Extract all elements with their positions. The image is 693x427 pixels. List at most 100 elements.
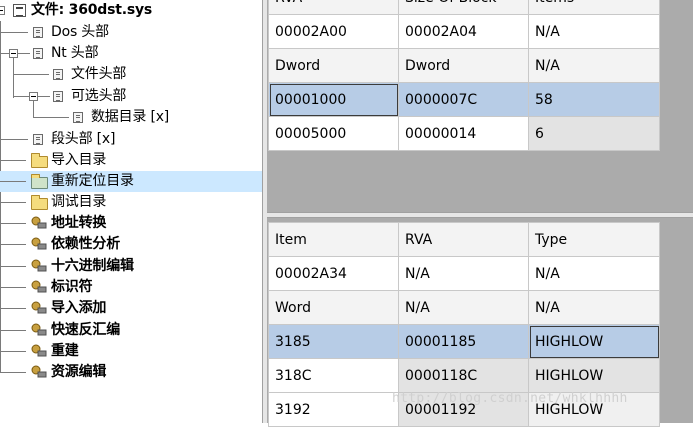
- tree-item-label: 数据目录 [x]: [91, 109, 170, 125]
- tree-branch-line: [33, 117, 69, 118]
- document-icon: [33, 134, 43, 145]
- tree-item-dos-header[interactable]: Dos 头部: [0, 22, 262, 43]
- tree-branch-line: [18, 53, 30, 54]
- tree-item-dependency-analysis[interactable]: 依赖性分析: [0, 234, 262, 255]
- document-icon: [33, 48, 43, 59]
- table-cell[interactable]: N/A: [528, 256, 660, 291]
- tree-item-import-directory[interactable]: 导入目录: [0, 150, 262, 171]
- tree-branch-line: [0, 32, 28, 33]
- column-header[interactable]: RVA: [398, 222, 529, 257]
- table-cell[interactable]: Word: [268, 290, 399, 325]
- table-row[interactable]: Dword Dword N/A: [268, 48, 660, 83]
- tree-item-rebuilder[interactable]: 重建: [0, 341, 262, 362]
- tool-icon: [31, 280, 47, 293]
- tree-item-resource-editor[interactable]: 资源编辑: [0, 362, 262, 383]
- table-cell[interactable]: 00005000: [268, 116, 399, 151]
- table-cell[interactable]: Dword: [268, 48, 399, 83]
- tree-item-hex-editor[interactable]: 十六进制编辑: [0, 256, 262, 277]
- document-icon: [33, 27, 43, 38]
- table-cell[interactable]: HIGHLOW: [528, 358, 660, 393]
- tree-item-file-header[interactable]: 文件头部: [0, 64, 262, 85]
- tree-item-label: 文件头部: [71, 66, 127, 82]
- tree-view[interactable]: 文件: 360dst.sys Dos 头部 Nt 头部 文件头部 可选头部 数据…: [0, 0, 262, 423]
- tree-item-label: 导入目录: [51, 152, 107, 168]
- collapse-toggle[interactable]: [0, 6, 5, 15]
- tree-item-label: 导入添加: [51, 300, 107, 316]
- tool-icon: [31, 323, 47, 336]
- table-row-selected[interactable]: 3185 00001185 HIGHLOW: [268, 324, 660, 359]
- table-row[interactable]: 00002A34 N/A N/A: [268, 256, 660, 291]
- tree-item-label: 地址转换: [51, 215, 107, 231]
- tree-branch-line: [13, 96, 29, 97]
- tree-item-label: 快速反汇编: [51, 322, 120, 338]
- tree-item-import-adder[interactable]: 导入添加: [0, 298, 262, 319]
- table-cell[interactable]: 00002A34: [268, 256, 399, 291]
- table-cell[interactable]: 3185: [268, 324, 399, 359]
- horizontal-splitter[interactable]: [267, 212, 693, 218]
- table-cell[interactable]: 00001000: [268, 82, 399, 117]
- tree-branch-line: [0, 244, 26, 245]
- tree-branch-line: [0, 287, 26, 288]
- relocation-blocks-table[interactable]: RVA Size Of Block Items 00002A00 00002A0…: [268, 0, 660, 151]
- tree-item-label: Dos 头部: [51, 24, 109, 40]
- tree-branch-line: [0, 266, 26, 267]
- tree-item-quick-disassembler[interactable]: 快速反汇编: [0, 320, 262, 341]
- table-cell[interactable]: 00002A00: [268, 14, 399, 49]
- folder-icon: [31, 174, 48, 189]
- table-row[interactable]: 00005000 00000014 6: [268, 116, 660, 151]
- table-row[interactable]: 318C 0000118C HIGHLOW: [268, 358, 660, 393]
- tool-icon: [31, 365, 47, 378]
- collapse-toggle[interactable]: [9, 49, 18, 58]
- table-cell[interactable]: N/A: [528, 14, 660, 49]
- table-cell[interactable]: N/A: [528, 290, 660, 325]
- table-cell[interactable]: 0000118C: [398, 358, 529, 393]
- table-cell[interactable]: N/A: [528, 48, 660, 83]
- table-cell[interactable]: 00000014: [398, 116, 529, 151]
- tree-item-section-headers[interactable]: 段头部 [x]: [0, 129, 262, 150]
- tool-icon: [31, 259, 47, 272]
- tree-branch-line: [0, 308, 26, 309]
- document-icon: [53, 69, 63, 80]
- table-cell[interactable]: 6: [528, 116, 660, 151]
- column-header[interactable]: Size Of Block: [398, 0, 529, 15]
- tree-item-debug-directory[interactable]: 调试目录: [0, 192, 262, 213]
- tree-branch-line: [0, 372, 26, 373]
- watermark-text: http://blog.csdn.net/whklhhhh: [392, 391, 628, 406]
- tree-item-identifier[interactable]: 标识符: [0, 277, 262, 298]
- table-cell[interactable]: 3192: [268, 392, 399, 427]
- column-header[interactable]: Item: [268, 222, 399, 257]
- tree-item-optional-header[interactable]: 可选头部: [0, 86, 262, 107]
- tool-icon: [31, 301, 47, 314]
- table-row[interactable]: 00002A00 00002A04 N/A: [268, 14, 660, 49]
- document-icon: [73, 112, 83, 123]
- table-cell[interactable]: N/A: [398, 256, 529, 291]
- table-cell[interactable]: N/A: [398, 290, 529, 325]
- file-icon: [13, 4, 26, 17]
- tree-item-address-converter[interactable]: 地址转换: [0, 213, 262, 234]
- tree-branch-line: [0, 181, 26, 182]
- tree-root-node[interactable]: 文件: 360dst.sys: [0, 0, 262, 21]
- folder-icon: [31, 153, 48, 168]
- tree-item-label: 重新定位目录: [51, 173, 134, 189]
- document-icon: [53, 91, 63, 102]
- table-row[interactable]: Word N/A N/A: [268, 290, 660, 325]
- tree-branch-line: [0, 330, 26, 331]
- table-cell[interactable]: Dword: [398, 48, 529, 83]
- tool-icon: [31, 237, 47, 250]
- column-header[interactable]: Type: [528, 222, 660, 257]
- collapse-toggle[interactable]: [29, 92, 38, 101]
- column-header[interactable]: Items: [528, 0, 660, 15]
- table-cell[interactable]: 318C: [268, 358, 399, 393]
- table-cell[interactable]: 0000007C: [398, 82, 529, 117]
- tree-item-relocation-directory[interactable]: 重新定位目录: [0, 171, 262, 192]
- table-cell[interactable]: 00002A04: [398, 14, 529, 49]
- tree-item-label: 可选头部: [71, 88, 127, 104]
- table-row-selected[interactable]: 00001000 0000007C 58: [268, 82, 660, 117]
- tree-item-data-directory[interactable]: 数据目录 [x]: [0, 107, 262, 128]
- table-cell[interactable]: 58: [528, 82, 660, 117]
- table-cell[interactable]: HIGHLOW: [528, 324, 660, 359]
- column-header[interactable]: RVA: [268, 0, 399, 15]
- table-cell[interactable]: 00001185: [398, 324, 529, 359]
- tree-branch-line: [13, 74, 49, 75]
- tree-item-nt-header[interactable]: Nt 头部: [0, 43, 262, 64]
